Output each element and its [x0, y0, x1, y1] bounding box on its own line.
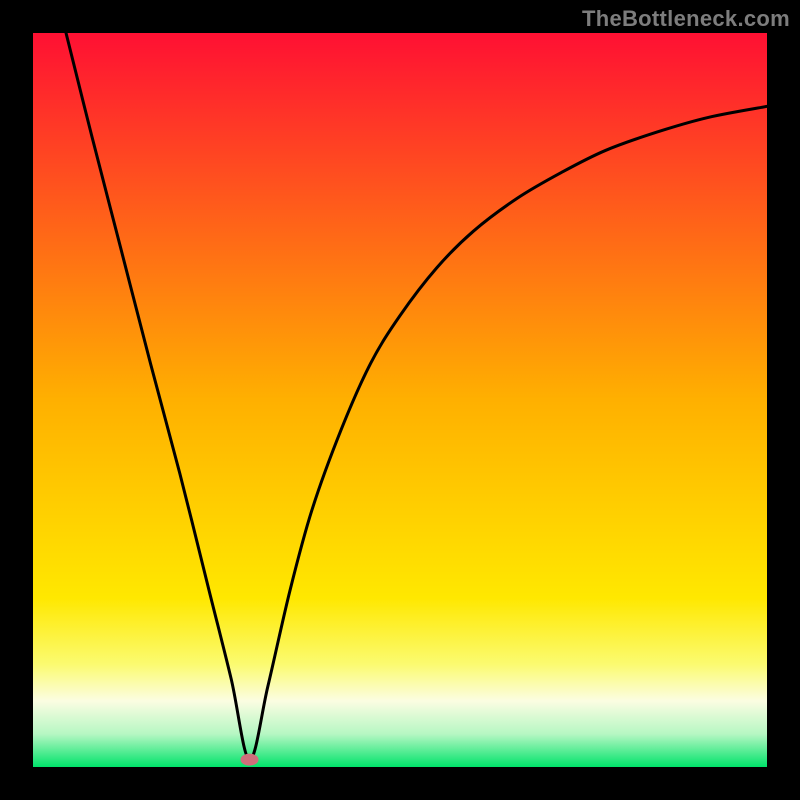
chart-background	[33, 33, 767, 767]
minimum-marker	[241, 754, 259, 766]
chart-frame: TheBottleneck.com	[0, 0, 800, 800]
chart-svg	[33, 33, 767, 767]
plot-area	[33, 33, 767, 767]
watermark-text: TheBottleneck.com	[582, 6, 790, 32]
